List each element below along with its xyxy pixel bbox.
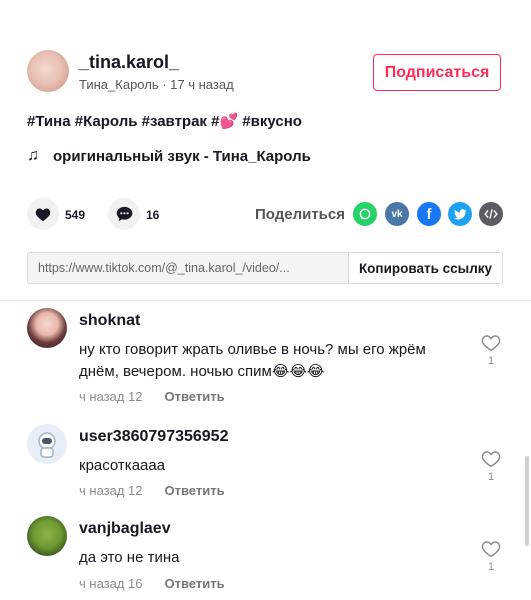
caption-tags-2[interactable]: #вкусно: [238, 113, 302, 130]
like-count: 549: [65, 208, 86, 222]
comment-like-count: 1: [487, 561, 495, 573]
post-header: _tina.karol_ Тина_Кароль · 17 ч назад По…: [27, 50, 501, 98]
commenter-avatar[interactable]: [27, 424, 67, 464]
author-avatar[interactable]: [27, 50, 69, 92]
commenter-avatar[interactable]: [27, 308, 67, 348]
sound-label[interactable]: оригинальный звук - Тина_Кароль: [53, 148, 311, 165]
comment-like[interactable]: 1: [479, 540, 503, 573]
copy-link-button[interactable]: Копировать ссылку: [348, 253, 502, 283]
comment-time: ч назад 12: [79, 483, 143, 498]
video-url-field[interactable]: https://www.tiktok.com/@_tina.karol_/vid…: [28, 253, 348, 283]
comment-text: красоткаааа: [79, 457, 166, 474]
comment-like[interactable]: 1: [479, 334, 503, 367]
comment-like-count: 1: [487, 355, 495, 367]
post-caption: #Тина #Кароль #завтрак #💕 #вкусно: [27, 112, 302, 130]
commenter-name[interactable]: vanjbaglaev: [79, 520, 171, 538]
heart-outline-icon: [481, 335, 501, 352]
heart-emoji: 💕: [219, 113, 239, 130]
comment-like[interactable]: 1: [479, 450, 503, 483]
heart-outline-icon: [481, 451, 501, 468]
reply-button[interactable]: Ответить: [165, 389, 225, 404]
comment-meta: ч назад 16 Ответить: [79, 576, 225, 591]
subline-separator: ·: [158, 77, 171, 92]
commenter-avatar[interactable]: [27, 516, 67, 556]
scrollbar[interactable]: [525, 456, 529, 546]
comment-item: user3860797356952 красоткаааа ч назад 12…: [27, 424, 503, 504]
vk-icon[interactable]: vk: [385, 202, 409, 226]
heart-icon: [35, 208, 51, 221]
comment-button[interactable]: [108, 198, 140, 230]
follow-button[interactable]: Подписаться: [373, 54, 501, 91]
post-time: 17 ч назад: [170, 77, 234, 92]
share-label: Поделиться: [254, 206, 345, 223]
comment-meta: ч назад 12 Ответить: [79, 483, 225, 498]
comment-text: ну кто говорит жрать оливье в ночь? мы е…: [79, 341, 426, 380]
heart-outline-icon: [481, 541, 501, 558]
astronaut-icon: [38, 432, 56, 458]
twitter-icon[interactable]: [448, 202, 472, 226]
comment-time: ч назад 12: [79, 389, 143, 404]
comment-time: ч назад 16: [79, 576, 143, 591]
caption-tags-1[interactable]: #Тина #Кароль #завтрак #: [27, 113, 219, 130]
author-username[interactable]: _tina.karol_: [79, 52, 179, 73]
comment-meta: ч назад 12 Ответить: [79, 389, 225, 404]
reply-button[interactable]: Ответить: [165, 576, 225, 591]
comment-count: 16: [146, 208, 160, 222]
action-bar: 549 16 Поделиться vk f: [27, 198, 503, 234]
music-note-icon: ♫: [27, 147, 39, 164]
whatsapp-icon[interactable]: [353, 202, 377, 226]
comment-item: shoknat ну кто говорит жрать оливье в но…: [27, 308, 503, 408]
comment-like-count: 1: [487, 471, 495, 483]
link-box: https://www.tiktok.com/@_tina.karol_/vid…: [27, 252, 503, 284]
comment-text: да это не тина: [79, 549, 180, 566]
author-display-name[interactable]: Тина_Кароль: [79, 77, 159, 92]
commenter-name[interactable]: shoknat: [79, 312, 140, 330]
comment-bubble-icon: [116, 206, 132, 222]
author-subline: Тина_Кароль · 17 ч назад: [79, 77, 234, 92]
like-button[interactable]: [27, 198, 59, 230]
commenter-name[interactable]: user3860797356952: [79, 428, 228, 446]
embed-icon[interactable]: [479, 202, 503, 226]
section-divider: [0, 300, 531, 301]
reply-button[interactable]: Ответить: [165, 483, 225, 498]
comment-item: vanjbaglaev да это не тина ч назад 16 Отв…: [27, 516, 503, 596]
sound-link[interactable]: ♫ оригинальный звук - Тина_Кароль: [27, 147, 311, 165]
facebook-icon[interactable]: f: [417, 202, 441, 226]
